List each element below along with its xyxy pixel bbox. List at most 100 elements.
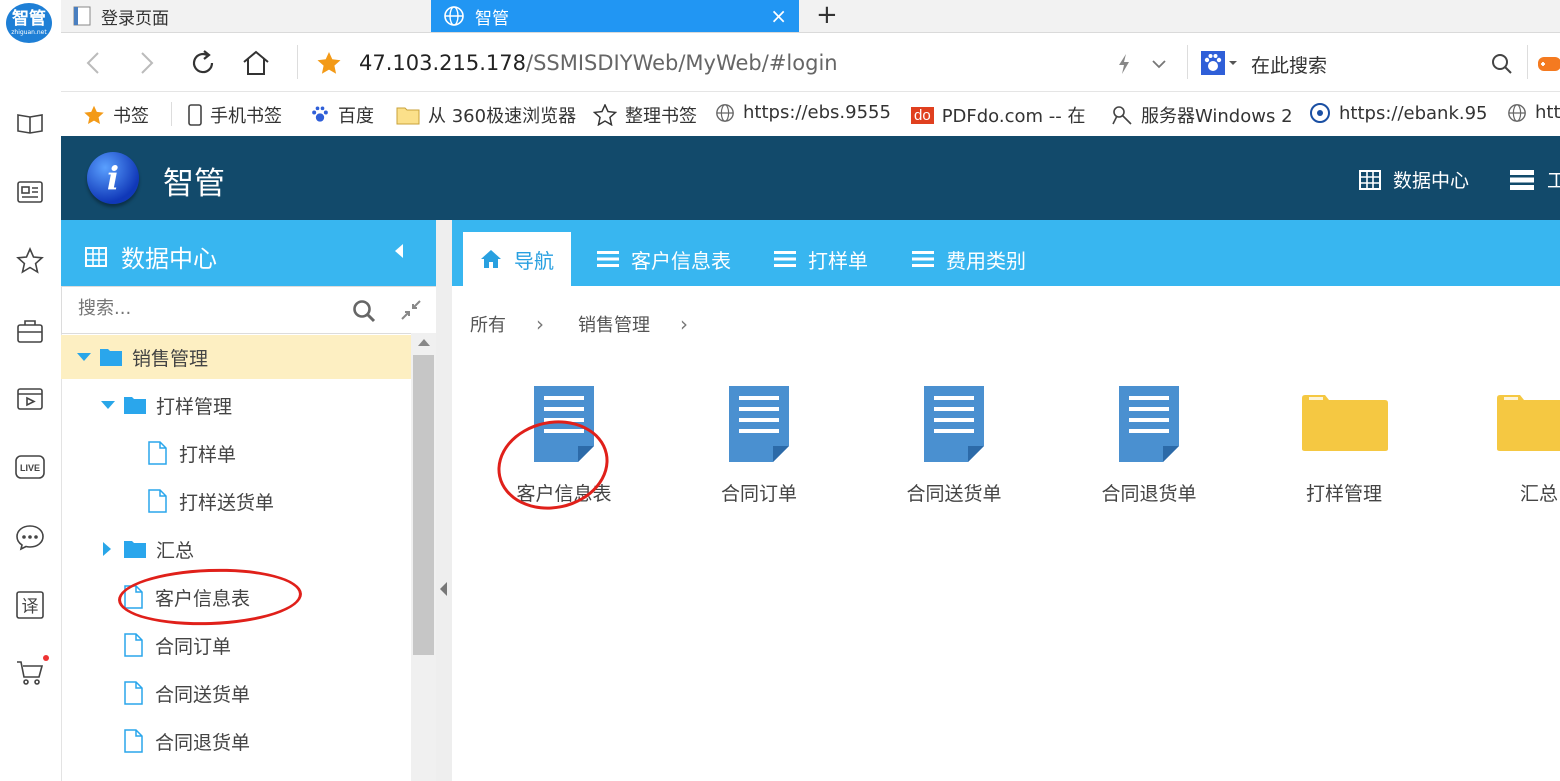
baidu-paw-icon[interactable]	[1201, 51, 1225, 75]
splitter-collapse-icon[interactable]	[440, 582, 447, 596]
bookmark-star-icon[interactable]	[316, 51, 342, 75]
tile-summary[interactable]: 汇总	[1464, 384, 1560, 504]
tile-contract-return[interactable]: 合同退货单	[1074, 384, 1224, 505]
bag-icon[interactable]	[15, 316, 45, 346]
forward-icon[interactable]	[137, 51, 157, 75]
browser-logo-subtext: zhiguan.net	[11, 28, 47, 36]
bookmark-label: https://ebs.9555	[743, 102, 891, 123]
tile-label: 合同退货单	[1101, 483, 1197, 505]
cart-icon[interactable]	[15, 655, 49, 688]
browser-logo[interactable]: 智管 zhiguan.net	[6, 3, 52, 43]
tree-scrollbar[interactable]	[411, 333, 436, 781]
bookmark-item[interactable]: 手机书签	[188, 102, 282, 128]
video-icon[interactable]	[15, 384, 45, 414]
tree-node-summary[interactable]: 汇总	[103, 527, 194, 571]
grid-icon	[1359, 169, 1381, 190]
tree-node-sample-order[interactable]: 打样单	[147, 431, 236, 475]
file-icon	[124, 585, 143, 609]
tree-node-contract-delivery[interactable]: 合同送货单	[123, 671, 250, 715]
scroll-up-icon[interactable]	[418, 339, 430, 346]
collapse-caret-icon[interactable]	[103, 542, 111, 556]
sidebar-title: 数据中心	[121, 245, 217, 273]
sidebar-search	[61, 286, 437, 334]
tile-contract-delivery[interactable]: 合同送货单	[879, 384, 1029, 505]
lightning-icon[interactable]	[1117, 53, 1131, 75]
document-icon	[924, 386, 984, 462]
bookmark-label: htt	[1535, 102, 1560, 123]
game-controller-icon[interactable]	[1537, 53, 1560, 75]
collapse-sidebar-button[interactable]	[395, 244, 403, 258]
bookmark-item[interactable]: htt	[1507, 102, 1560, 123]
chevron-down-icon[interactable]	[1151, 58, 1167, 70]
grid-icon	[85, 246, 107, 267]
tile-sample-management[interactable]: 打样管理	[1269, 384, 1419, 505]
tree-node-label: 打样单	[179, 443, 237, 466]
notification-dot	[43, 655, 49, 661]
tree-node-label: 打样管理	[156, 395, 233, 418]
panel-splitter[interactable]	[436, 220, 452, 781]
url-field[interactable]: 47.103.215.178/SSMISDIYWeb/MyWeb/#login	[359, 51, 838, 75]
tree-node-sample-delivery[interactable]: 打样送货单	[147, 479, 274, 523]
translate-icon[interactable]: 译	[15, 590, 45, 620]
search-icon[interactable]	[1491, 53, 1513, 75]
tab-navigation[interactable]: 导航	[463, 232, 571, 286]
scrollbar-thumb[interactable]	[413, 355, 434, 655]
engine-dropdown-icon[interactable]	[1228, 60, 1238, 66]
folder-icon	[396, 107, 420, 125]
tile-customer-info[interactable]: 客户信息表	[489, 384, 639, 505]
bookmark-item[interactable]: 百度	[310, 102, 374, 128]
bookmark-item[interactable]: 从 360极速浏览器	[396, 102, 576, 128]
list-icon	[597, 251, 619, 267]
bookmark-item[interactable]: 整理书签	[593, 102, 697, 128]
home-icon[interactable]	[241, 49, 271, 77]
tree-search-input[interactable]	[76, 297, 330, 320]
tab-label: 登录页面	[101, 8, 169, 29]
star-outline-icon	[593, 104, 617, 126]
tree-node-customer-info[interactable]: 客户信息表	[123, 575, 250, 619]
book-icon[interactable]	[15, 108, 45, 138]
tree-node-contract-order[interactable]: 合同订单	[123, 623, 231, 667]
search-field[interactable]: 在此搜索	[1251, 51, 1327, 78]
tree-node-label: 合同订单	[155, 635, 232, 658]
header-menu-data-center[interactable]: 数据中心	[1359, 166, 1469, 193]
tab-customer-info[interactable]: 客户信息表	[597, 232, 731, 286]
bookmark-item[interactable]: 书签	[83, 102, 149, 128]
close-tab-icon[interactable]: ×	[770, 4, 787, 28]
tree-node-contract-return[interactable]: 合同退货单	[123, 719, 250, 763]
sidebar-header: 数据中心	[61, 220, 436, 286]
breadcrumb-item[interactable]: 所有	[470, 311, 506, 337]
bookmark-label: 整理书签	[625, 106, 697, 127]
tree-node-sample-management[interactable]: 打样管理	[101, 383, 232, 427]
tile-contract-order[interactable]: 合同订单	[684, 384, 834, 505]
main-tab-bar: 导航 客户信息表 打样单 费用类别	[452, 220, 1560, 286]
chat-icon[interactable]	[15, 522, 45, 552]
document-icon	[1119, 386, 1179, 462]
bookmark-item[interactable]: 服务器Windows 2	[1111, 102, 1293, 128]
expand-caret-icon[interactable]	[101, 401, 115, 409]
document-icon	[534, 386, 594, 462]
bookmark-item[interactable]: do PDFdo.com -- 在	[911, 102, 1085, 128]
new-tab-button[interactable]: +	[816, 0, 838, 30]
news-icon[interactable]	[15, 177, 45, 207]
tab-zhiguan[interactable]: 智管 ×	[431, 0, 799, 32]
bookmark-item[interactable]: https://ebank.95	[1309, 102, 1488, 124]
live-icon[interactable]: LIVE	[15, 452, 45, 482]
tree-node-sales[interactable]: 销售管理	[61, 335, 411, 379]
bookmark-item[interactable]: https://ebs.9555	[715, 102, 891, 123]
baidu-paw-icon	[312, 106, 328, 122]
reload-icon[interactable]	[189, 49, 217, 77]
breadcrumb-item[interactable]: 销售管理	[578, 311, 650, 337]
tab-expense-category[interactable]: 费用类别	[912, 232, 1026, 286]
tab-sample-order[interactable]: 打样单	[774, 232, 868, 286]
expand-caret-icon[interactable]	[77, 353, 91, 361]
back-icon[interactable]	[83, 51, 103, 75]
divider	[171, 102, 172, 126]
search-icon[interactable]	[352, 299, 376, 323]
header-menu-work[interactable]: 工	[1509, 166, 1560, 193]
tab-login-page[interactable]: 登录页面	[73, 0, 431, 32]
compress-icon[interactable]	[400, 299, 422, 321]
folder-icon	[1302, 395, 1388, 451]
tile-label: 合同订单	[720, 483, 797, 505]
bookmark-label: https://ebank.95	[1339, 102, 1488, 124]
star-outline-icon[interactable]	[15, 246, 45, 276]
